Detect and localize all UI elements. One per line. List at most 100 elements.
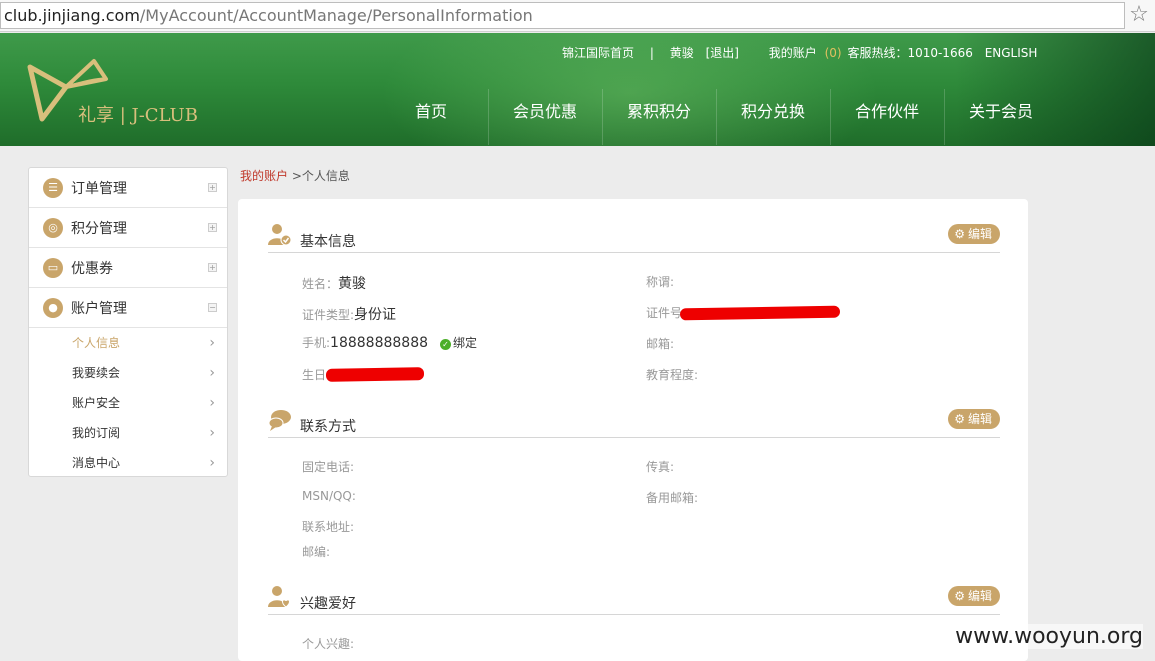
group-home-link[interactable]: 锦江国际首页 — [562, 44, 634, 61]
section-title: 兴趣爱好 — [300, 596, 356, 612]
expand-icon[interactable]: + — [208, 183, 217, 192]
sidebar-item-renew[interactable]: 我要续会 › — [29, 358, 227, 388]
id-number-field: 证件号 — [646, 304, 682, 321]
sidebar-group-account[interactable]: ● 账户管理 − — [29, 288, 227, 328]
sidebar-item-subscriptions[interactable]: 我的订阅 › — [29, 418, 227, 448]
section-title: 联系方式 — [300, 419, 356, 435]
coins-icon: ◎ — [43, 217, 63, 238]
interests-field: 个人兴趣: — [302, 635, 354, 652]
star-icon[interactable]: ☆ — [1127, 3, 1151, 27]
sidebar-item-label: 账户安全 — [72, 396, 121, 410]
redaction-mark — [325, 367, 425, 382]
chevron-right-icon: › — [209, 365, 215, 381]
nav-partners[interactable]: 合作伙伴 — [830, 85, 944, 145]
user-check-icon — [268, 224, 292, 246]
sidebar-group-label: 积分管理 — [71, 220, 127, 237]
field-label: 称谓: — [646, 275, 675, 289]
nav-earn-points[interactable]: 累积积分 — [602, 85, 716, 145]
user-heart-icon — [268, 586, 290, 608]
section-contact: 联系方式 ⚙ 编辑 固定电话: 传真: MSN/QQ: 备用邮箱: 联系地址: 邮… — [268, 409, 1000, 564]
breadcrumb: 我的账户 >个人信息 — [240, 167, 350, 184]
address-field: 联系地址: — [302, 518, 354, 535]
sidebar-item-personal-info[interactable]: 个人信息 › — [29, 328, 227, 358]
field-label: MSN/QQ: — [302, 489, 356, 503]
nav-redeem-points[interactable]: 积分兑换 — [716, 85, 830, 145]
sidebar-item-security[interactable]: 账户安全 › — [29, 388, 227, 418]
sidebar-item-label: 我要续会 — [72, 366, 121, 380]
field-value: 黄骏 — [338, 276, 367, 292]
field-label: 姓名： — [302, 277, 339, 291]
edit-label: 编辑 — [967, 412, 992, 426]
chevron-right-icon: › — [209, 425, 215, 441]
landline-field: 固定电话: — [302, 458, 354, 475]
field-label: 个人兴趣: — [302, 637, 355, 651]
gear-icon: ⚙ — [954, 412, 965, 426]
field-label: 备用邮箱: — [646, 491, 699, 505]
field-label: 邮编: — [302, 545, 331, 559]
email-field: 邮箱: — [646, 335, 674, 352]
collapse-icon[interactable]: − — [208, 303, 217, 312]
sidebar-item-label: 消息中心 — [72, 456, 121, 470]
logo-text: 礼享 | J-CLUB — [78, 105, 198, 126]
nav-about-membership[interactable]: 关于会员 — [944, 85, 1058, 145]
name-field: 姓名：黄骏 — [302, 273, 366, 293]
msn-qq-field: MSN/QQ: — [302, 489, 356, 503]
nav-member-offers[interactable]: 会员优惠 — [488, 85, 602, 145]
field-label: 教育程度: — [646, 368, 699, 382]
check-icon: ✓ — [440, 339, 452, 350]
chevron-right-icon: › — [209, 455, 215, 471]
field-label: 联系地址: — [302, 520, 355, 534]
separator: | — [649, 46, 654, 60]
url-path: /MyAccount/AccountManage/PersonalInforma… — [139, 6, 533, 25]
address-bar[interactable]: club.jinjiang.com/MyAccount/AccountManag… — [0, 2, 1125, 29]
field-value: 18888888888 — [330, 335, 429, 351]
birthday-field: 生日 — [302, 366, 326, 383]
sidebar: ☰ 订单管理 + ◎ 积分管理 + ▭ 优惠券 + ● 账户管理 − 个人信息 … — [28, 167, 228, 477]
nav-home[interactable]: 首页 — [374, 85, 488, 145]
title-field: 称谓: — [646, 273, 674, 290]
url-host: club.jinjiang.com — [4, 6, 140, 25]
redaction-mark — [679, 305, 841, 321]
sidebar-group-label: 账户管理 — [71, 300, 127, 317]
list-icon: ☰ — [43, 177, 63, 198]
english-link[interactable]: ENGLISH — [985, 46, 1038, 60]
fax-field: 传真: — [646, 458, 674, 475]
sidebar-group-coupons[interactable]: ▭ 优惠券 + — [29, 248, 227, 288]
coupon-icon: ▭ — [43, 257, 63, 278]
edit-hobbies-button[interactable]: ⚙ 编辑 — [948, 586, 1000, 606]
sidebar-item-label: 个人信息 — [72, 336, 121, 350]
hotline: 客服热线：1010-1666 — [847, 46, 973, 60]
sidebar-group-orders[interactable]: ☰ 订单管理 + — [29, 168, 227, 208]
education-field: 教育程度: — [646, 366, 698, 383]
top-links: 锦江国际首页 | 黄骏 [退出] 我的账户 (0) 客服热线：1010-1666… — [562, 44, 1037, 61]
sidebar-group-points[interactable]: ◎ 积分管理 + — [29, 208, 227, 248]
breadcrumb-current: 个人信息 — [301, 169, 350, 183]
breadcrumb-my-account[interactable]: 我的账户 — [240, 169, 288, 183]
expand-icon[interactable]: + — [208, 263, 217, 272]
site-header: 礼享 | J-CLUB 锦江国际首页 | 黄骏 [退出] 我的账户 (0) 客服… — [0, 33, 1155, 146]
logout-link[interactable]: [退出] — [706, 44, 739, 61]
id-type-field: 证件类型:身份证 — [302, 304, 396, 324]
postcode-field: 邮编: — [302, 543, 330, 560]
gear-icon: ⚙ — [954, 227, 965, 241]
sidebar-item-label: 我的订阅 — [72, 426, 121, 440]
phone-field: 手机:18888888888 ✓ 绑定 — [302, 334, 477, 351]
chevron-right-icon: › — [209, 395, 215, 411]
field-label: 邮箱: — [646, 337, 675, 351]
breadcrumb-separator: > — [288, 169, 302, 183]
sidebar-item-messages[interactable]: 消息中心 › — [29, 448, 227, 478]
edit-label: 编辑 — [967, 589, 992, 603]
watermark: www.wooyun.org — [955, 624, 1143, 649]
bound-label: 绑定 — [453, 336, 478, 350]
field-label: 手机: — [302, 336, 331, 350]
section-title: 基本信息 — [300, 234, 356, 250]
edit-contact-button[interactable]: ⚙ 编辑 — [948, 409, 1000, 429]
section-basic-info: 基本信息 ⚙ 编辑 姓名：黄骏 称谓: 证件类型:身份证 证件号 手机:18888… — [268, 224, 1000, 389]
my-account-link[interactable]: 我的账户 — [769, 44, 817, 61]
phone-bound-badge: ✓ 绑定 — [440, 336, 477, 350]
edit-basic-info-button[interactable]: ⚙ 编辑 — [948, 224, 1000, 244]
sidebar-group-label: 优惠券 — [71, 260, 113, 277]
expand-icon[interactable]: + — [208, 223, 217, 232]
chevron-right-icon: › — [209, 335, 215, 351]
field-value: 身份证 — [354, 307, 397, 323]
